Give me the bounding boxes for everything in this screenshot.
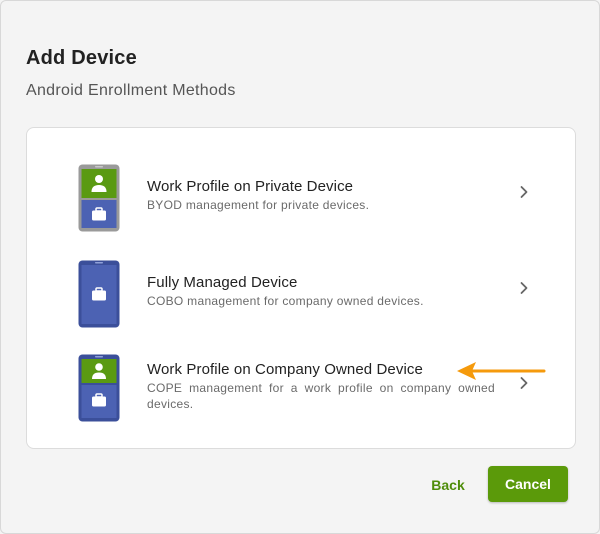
dialog-title: Add Device [26,47,137,69]
option-work-profile-company[interactable]: Work Profile on Company Owned Device COP… [27,340,575,430]
cancel-button[interactable]: Cancel [488,466,568,502]
arrow-left-icon [457,362,546,380]
phone-fully-managed-icon [78,260,120,328]
option-fully-managed[interactable]: Fully Managed Device COBO management for… [27,244,575,334]
chevron-right-icon [520,186,528,198]
chevron-right-icon [520,282,528,294]
back-button[interactable]: Back [417,468,479,502]
add-device-dialog: Add Device Android Enrollment Methods Wo… [0,0,600,534]
phone-work-profile-company-icon [78,354,120,422]
option-work-profile-private[interactable]: Work Profile on Private Device BYOD mana… [27,148,575,238]
option-description: BYOD management for private devices. [147,198,370,212]
option-title: Work Profile on Private Device [147,178,354,195]
option-description: COPE management for a work profile on co… [147,381,495,411]
option-title: Work Profile on Company Owned Device [147,361,423,378]
option-title: Fully Managed Device [147,274,298,291]
phone-work-profile-private-icon [78,164,120,232]
enrollment-methods-list: Work Profile on Private Device BYOD mana… [26,127,576,449]
option-description: COBO management for company owned device… [147,294,424,308]
dialog-subtitle: Android Enrollment Methods [26,82,236,99]
